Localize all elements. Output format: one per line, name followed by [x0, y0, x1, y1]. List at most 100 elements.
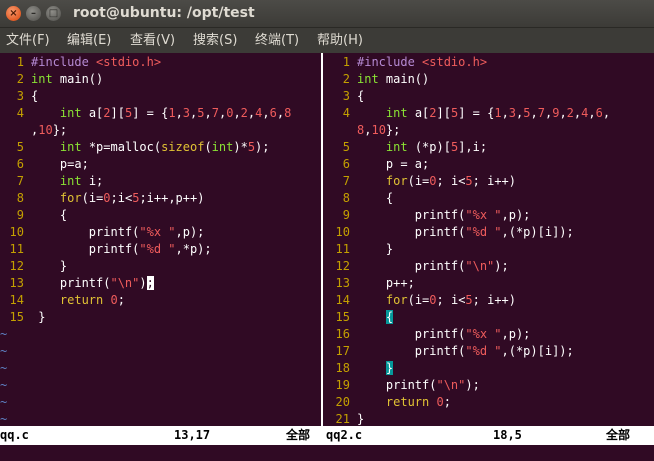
code-token: <stdio.h> — [96, 55, 162, 69]
cursor-block: ; — [146, 276, 154, 290]
matching-brace: { — [385, 310, 394, 324]
code-token: int — [59, 140, 82, 154]
code-token: int — [59, 174, 82, 188]
line-number: 2 — [342, 72, 350, 86]
terminal-window: × – □ root@ubuntu: /opt/test 文件(F) 编辑(E)… — [0, 0, 654, 461]
line-number: 15 — [335, 310, 350, 324]
menu-view[interactable]: 查看(V) — [130, 28, 175, 53]
line-number: 5 — [342, 140, 350, 154]
line-number: 6 — [342, 157, 350, 171]
code-text: for(i=0; i<5; i++) — [357, 292, 516, 309]
status-separator — [318, 426, 326, 445]
code-token: "%d " — [465, 225, 502, 239]
line-number: 7 — [16, 174, 24, 188]
minimize-window-button[interactable]: – — [26, 6, 41, 21]
code-token: printf( — [357, 378, 437, 392]
code-token: for — [59, 191, 82, 205]
line-number: 20 — [335, 395, 350, 409]
code-token: 2 — [566, 106, 574, 120]
code-token: for — [385, 174, 408, 188]
code-token: { — [31, 208, 68, 222]
code-token: , — [204, 106, 212, 120]
code-token: ] = { — [458, 106, 495, 120]
code-token: 6 — [269, 106, 277, 120]
code-token: <stdio.h> — [422, 55, 488, 69]
code-token: ); — [465, 378, 480, 392]
code-text: { — [31, 88, 38, 105]
line-number: 6 — [16, 157, 24, 171]
code-text: p++; — [357, 275, 415, 292]
menu-bar: 文件(F) 编辑(E) 查看(V) 搜索(S) 终端(T) 帮助(H) — [0, 28, 654, 54]
code-text: int main() — [31, 71, 103, 88]
code-text: return 0; — [31, 292, 125, 309]
code-text: int a[2][5] = {1,3,5,7,0,2,4,6,8 — [31, 105, 291, 122]
line-number: 19 — [335, 378, 350, 392]
code-token: 3 — [182, 106, 191, 120]
code-token: ,*p); — [175, 242, 212, 256]
command-line[interactable] — [0, 445, 654, 461]
code-text: } — [357, 241, 393, 258]
maximize-window-button[interactable]: □ — [46, 6, 61, 21]
code-token: 5 — [465, 174, 473, 188]
code-token: main() — [52, 72, 104, 86]
right-cursor-position: 18,5 — [493, 428, 522, 442]
code-token: , — [262, 106, 270, 120]
right-editor-pane[interactable]: 1 #include <stdio.h> 2 int main() 3 {4 int a[… — [326, 53, 654, 426]
menu-terminal[interactable]: 终端(T) — [255, 28, 299, 53]
vertical-split-divider[interactable] — [318, 53, 326, 426]
line-number: 2 — [16, 72, 24, 86]
code-text: } — [31, 258, 67, 275]
code-token: ( — [204, 140, 212, 154]
code-token: } — [357, 412, 365, 426]
code-text: for(i=0;i<5;i++,p++) — [31, 190, 205, 207]
code-text: { — [357, 190, 393, 207]
menu-edit[interactable]: 编辑(E) — [67, 28, 111, 53]
code-token: , — [501, 106, 509, 120]
line-number: 16 — [335, 327, 350, 341]
code-token: } — [31, 310, 46, 324]
close-window-button[interactable]: × — [6, 6, 21, 21]
menu-help[interactable]: 帮助(H) — [317, 28, 363, 53]
menu-file[interactable]: 文件(F) — [6, 28, 50, 53]
left-editor-pane[interactable]: 1 #include <stdio.h> 2 int main() 3 {4 int a[… — [0, 53, 318, 426]
menu-search[interactable]: 搜索(S) — [193, 28, 237, 53]
code-token: main() — [378, 72, 430, 86]
code-text: for(i=0; i<5; i++) — [357, 173, 516, 190]
code-token: ,p); — [501, 208, 531, 222]
code-token: ,p); — [501, 327, 531, 341]
code-token: (i= — [407, 293, 430, 307]
code-text: int *p=malloc(sizeof(int)*5); — [31, 139, 270, 156]
code-token: #include — [357, 55, 423, 69]
left-cursor-position: 13,17 — [174, 428, 211, 442]
code-token: ;i< — [110, 191, 133, 205]
empty-line-marker: ~ — [0, 378, 8, 392]
code-text: } — [357, 411, 364, 426]
code-text: 8,10}; — [357, 122, 400, 139]
code-token: ],i; — [458, 140, 488, 154]
code-token: 5 — [247, 140, 256, 154]
line-number: 12 — [335, 259, 350, 273]
code-text: int i; — [31, 173, 103, 190]
code-token: }; — [385, 123, 401, 137]
code-token: , — [276, 106, 285, 120]
code-text: #include <stdio.h> — [31, 54, 161, 71]
code-token: int — [385, 106, 408, 120]
code-token: 0 — [110, 293, 118, 307]
code-token: "\n" — [110, 276, 140, 290]
code-text: printf("%d ",(*p)[i]); — [357, 224, 574, 241]
line-number: 10 — [9, 225, 24, 239]
code-text: p = a; — [357, 156, 429, 173]
line-number: 4 — [16, 106, 24, 120]
code-token: (i= — [81, 191, 104, 205]
code-token: 0 — [429, 174, 437, 188]
code-text: printf("%x ",p); — [357, 326, 531, 343]
code-token: 7 — [211, 106, 219, 120]
code-text: } — [357, 360, 394, 377]
code-text: { — [31, 207, 67, 224]
